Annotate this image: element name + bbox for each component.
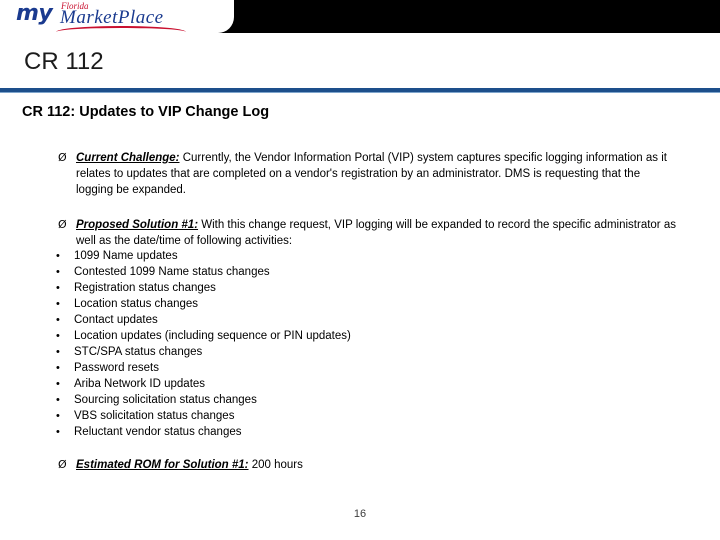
title-divider-thin	[0, 92, 720, 93]
bullet-marker-arrow-icon: Ø	[58, 218, 67, 231]
list-item-label: STC/SPA status changes	[74, 346, 203, 358]
page-title: CR 112	[24, 48, 104, 75]
logo-swoosh-icon	[56, 26, 186, 32]
bullet-marker-dot-icon: •	[56, 378, 60, 390]
list-item: • Reluctant vendor status changes	[56, 425, 676, 441]
bullet-marker-dot-icon: •	[56, 330, 60, 342]
list-item: • STC/SPA status changes	[56, 345, 676, 361]
bullet-marker-dot-icon: •	[56, 282, 60, 294]
list-item-label: Registration status changes	[74, 282, 216, 294]
list-item-label: VBS solicitation status changes	[74, 410, 235, 422]
bullet-marker-dot-icon: •	[56, 410, 60, 422]
bullet-marker-dot-icon: •	[56, 346, 60, 358]
list-item: • Ariba Network ID updates	[56, 377, 676, 393]
list-item: • VBS solicitation status changes	[56, 409, 676, 425]
bullet-text: Proposed Solution #1: With this change r…	[76, 217, 678, 249]
list-item-label: Contact updates	[74, 314, 158, 326]
list-item: • Contact updates	[56, 313, 676, 329]
list-item-label: Sourcing solicitation status changes	[74, 394, 257, 406]
bullet-current-challenge: Ø Current Challenge: Currently, the Vend…	[58, 150, 678, 198]
list-item: • Location status changes	[56, 297, 676, 313]
list-item: • Location updates (including sequence o…	[56, 329, 676, 345]
list-item: • Registration status changes	[56, 281, 676, 297]
bullet-marker-dot-icon: •	[56, 250, 60, 262]
list-item: • Sourcing solicitation status changes	[56, 393, 676, 409]
bullet-marker-dot-icon: •	[56, 266, 60, 278]
bullet-lead-label: Estimated ROM for Solution #1:	[76, 459, 249, 471]
bullet-marker-dot-icon: •	[56, 362, 60, 374]
list-item-label: Reluctant vendor status changes	[74, 426, 242, 438]
list-item-label: 1099 Name updates	[74, 250, 178, 262]
list-item-label: Password resets	[74, 362, 160, 374]
list-item-label: Location updates (including sequence or …	[74, 330, 351, 342]
bullet-estimated-rom: Ø Estimated ROM for Solution #1: 200 hou…	[58, 457, 678, 473]
logo-text-my: my	[16, 1, 53, 26]
bullet-marker-dot-icon: •	[56, 314, 60, 326]
bullet-text: Estimated ROM for Solution #1: 200 hours	[76, 457, 678, 473]
bullet-marker-dot-icon: •	[56, 394, 60, 406]
list-item: • Password resets	[56, 361, 676, 377]
list-item-label: Contested 1099 Name status changes	[74, 266, 270, 278]
bullet-lead-label: Proposed Solution #1:	[76, 219, 199, 231]
page-number: 16	[353, 508, 367, 520]
list-item: • Contested 1099 Name status changes	[56, 265, 676, 281]
bullet-marker-dot-icon: •	[56, 298, 60, 310]
top-banner: my Florida MarketPlace	[0, 0, 720, 33]
list-item-label: Location status changes	[74, 298, 199, 310]
my-florida-marketplace-logo: my Florida MarketPlace	[16, 0, 226, 33]
bullet-proposed-solution: Ø Proposed Solution #1: With this change…	[58, 217, 678, 249]
bullet-marker-arrow-icon: Ø	[58, 151, 67, 164]
list-item: • 1099 Name updates	[56, 249, 676, 265]
bullet-marker-dot-icon: •	[56, 426, 60, 438]
bullet-body-text: 200 hours	[248, 459, 303, 471]
list-item-label: Ariba Network ID updates	[74, 378, 206, 390]
slide-subtitle: CR 112: Updates to VIP Change Log	[22, 104, 270, 120]
bullet-lead-label: Current Challenge:	[76, 152, 180, 164]
bullet-text: Current Challenge: Currently, the Vendor…	[76, 150, 678, 198]
bullet-marker-arrow-icon: Ø	[58, 458, 67, 471]
logo-plate: my Florida MarketPlace	[0, 0, 234, 33]
